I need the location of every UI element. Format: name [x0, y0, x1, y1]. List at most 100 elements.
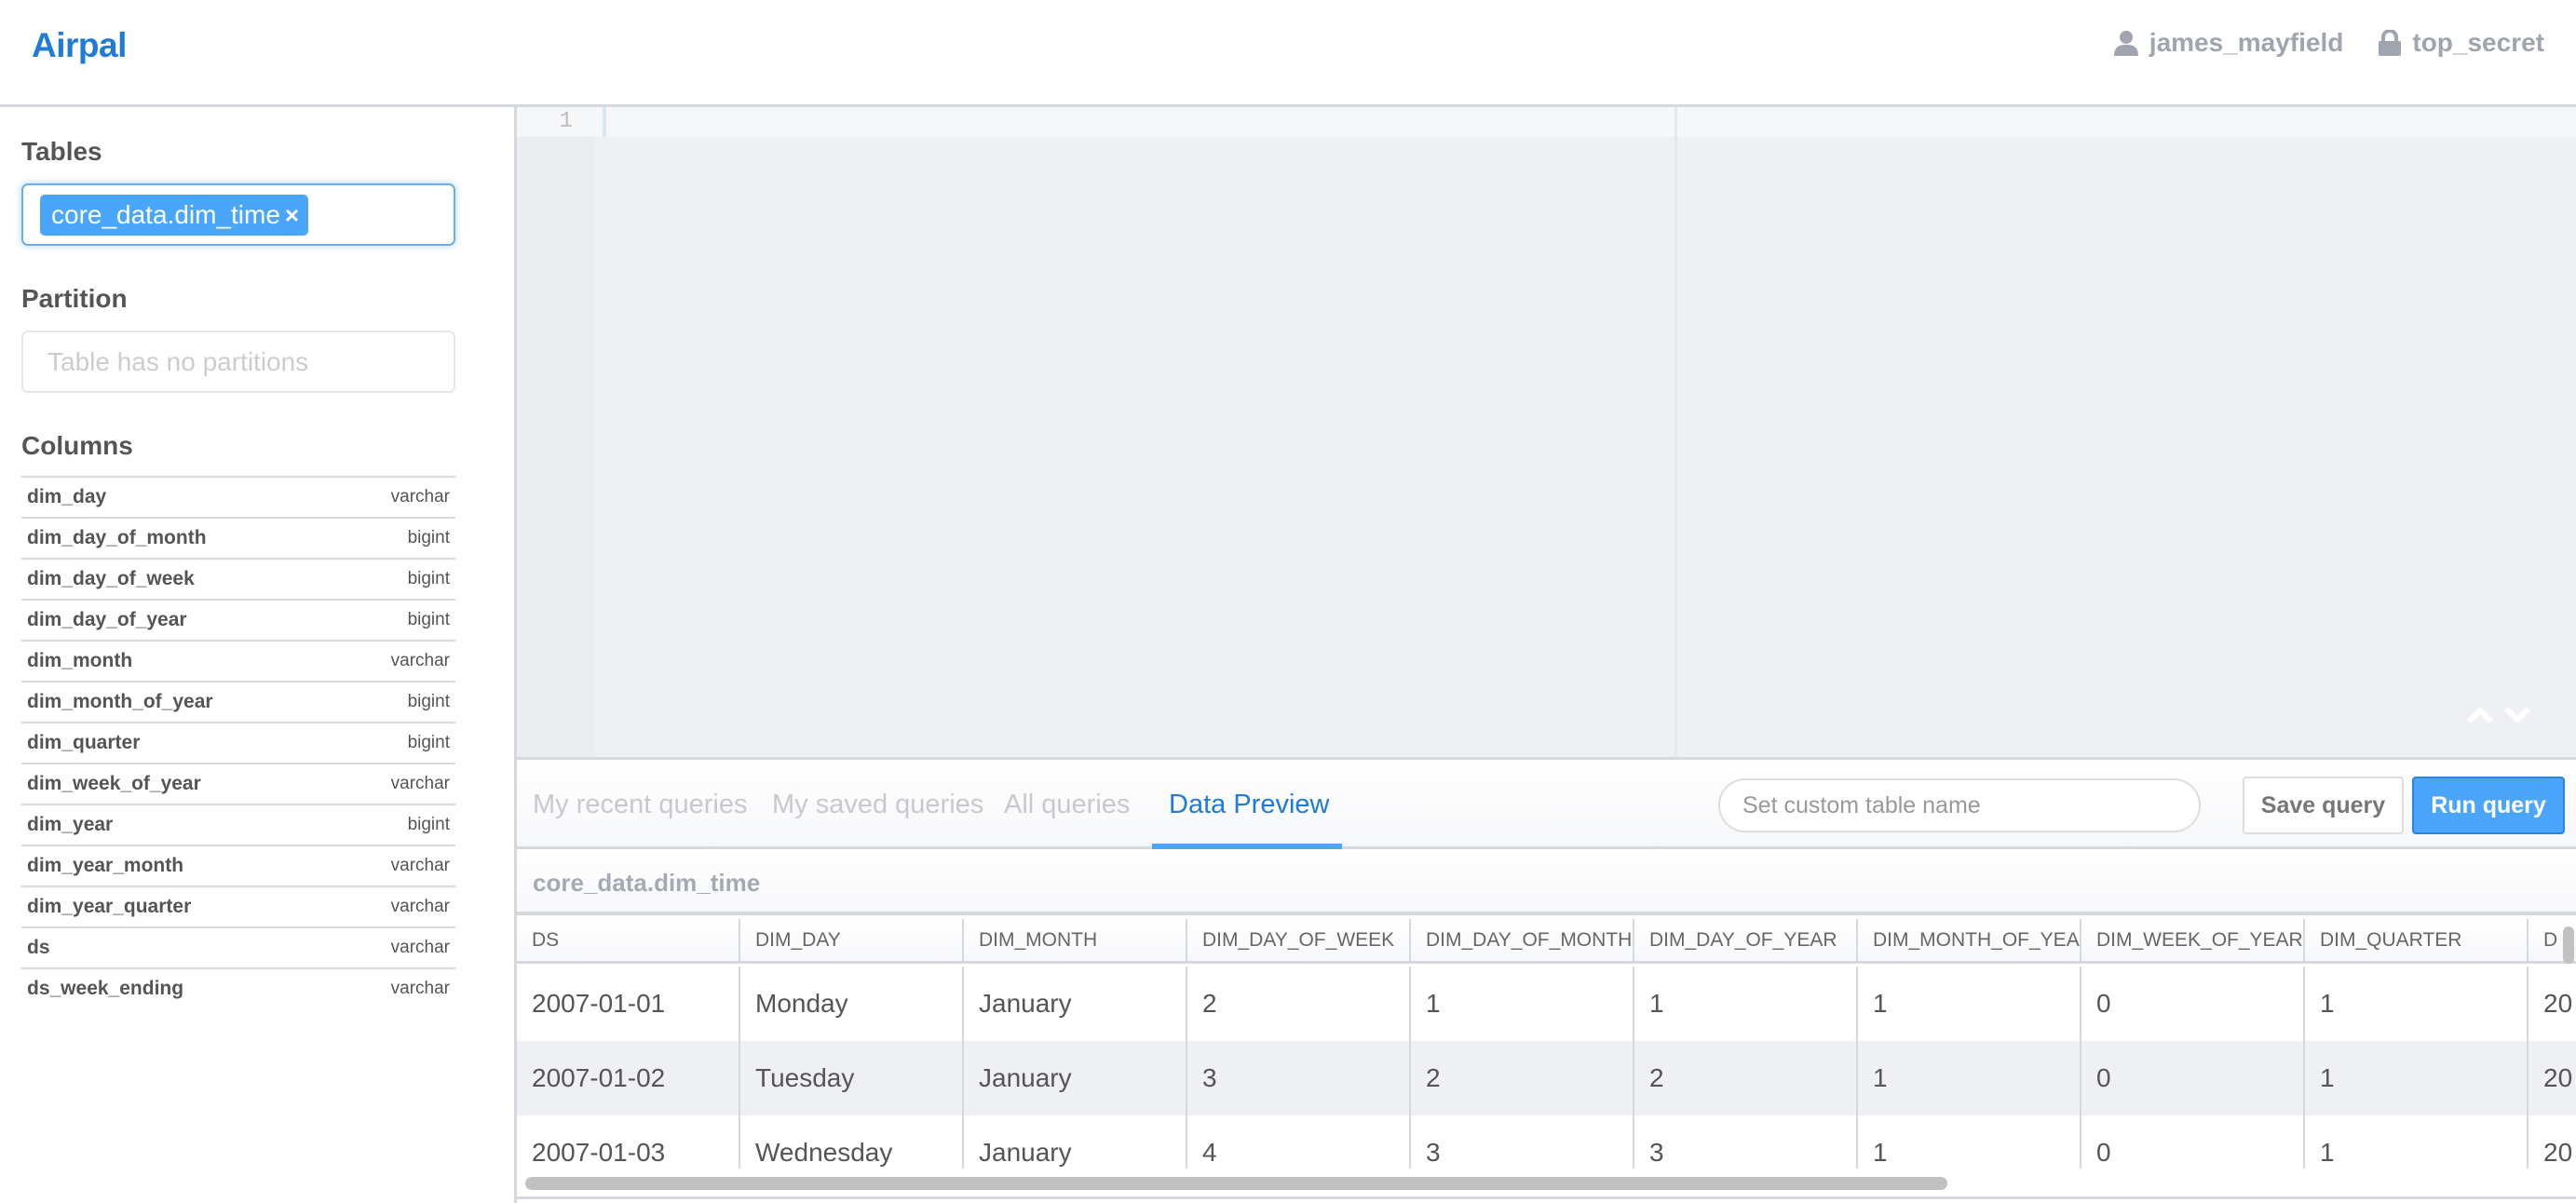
column-name: ds	[27, 937, 50, 958]
column-type: varchar	[390, 938, 450, 957]
column-header[interactable]: DIM_DAY_OF_MONTH	[1411, 919, 1634, 961]
column-name: dim_month_of_year	[27, 691, 213, 712]
table-cell: 2	[1634, 1041, 1858, 1115]
column-type: bigint	[407, 692, 450, 711]
preview-table-name: core_data.dim_time	[533, 869, 761, 897]
column-type: bigint	[407, 733, 450, 752]
table-cell: January	[964, 1041, 1187, 1115]
columns-list: dim_day varchar dim_day_of_month bigint dim_…	[21, 476, 455, 1008]
custom-table-name-input[interactable]: Set custom table name	[1718, 778, 2201, 832]
preview-table-title: core_data.dim_time	[517, 852, 2576, 915]
save-query-button[interactable]: Save query	[2243, 777, 2404, 834]
selected-table-name: core_data.dim_time	[51, 200, 280, 229]
chevron-down-icon[interactable]	[2503, 706, 2531, 729]
tab-all-queries[interactable]: All queries	[1004, 760, 1130, 849]
username: james_mayfield	[2149, 28, 2344, 57]
vertical-scrollbar-thumb[interactable]	[2563, 926, 2574, 964]
column-header[interactable]: DIM_DAY_OF_YEAR	[1634, 919, 1858, 961]
grid-header-row: DS DIM_DAY DIM_MONTH DIM_DAY_OF_WEEK DIM_DAY…	[517, 919, 2576, 964]
column-name: dim_day_of_month	[27, 527, 207, 548]
table-cell: 1	[2305, 1115, 2529, 1169]
table-cell: 20	[2529, 1115, 2576, 1169]
table-cell: 4	[1187, 1115, 1411, 1169]
horizontal-scrollbar-thumb[interactable]	[525, 1177, 1947, 1190]
tables-label: Tables	[21, 137, 102, 166]
column-item[interactable]: ds_week_ending varchar	[21, 967, 455, 1008]
table-row: 2007-01-01 Monday January 2 1 1 1 0 1 20	[517, 966, 2576, 1041]
selected-table-tag: core_data.dim_time ×	[40, 195, 308, 236]
table-cell: 1	[1858, 966, 2081, 1041]
column-type: bigint	[407, 815, 450, 834]
print-margin	[1674, 107, 1677, 757]
user-menu[interactable]: james_mayfield	[2113, 28, 2344, 58]
column-header[interactable]: DIM_MONTH	[964, 919, 1187, 961]
column-header[interactable]: DIM_MONTH_OF_YEAR	[1858, 919, 2081, 961]
column-name: dim_day_of_week	[27, 568, 195, 589]
partition-input[interactable]: Table has no partitions	[21, 331, 455, 393]
column-type: bigint	[407, 569, 450, 588]
text-cursor	[603, 107, 606, 137]
editor-resize-controls	[2466, 706, 2531, 729]
tables-input[interactable]: core_data.dim_time ×	[21, 183, 455, 246]
column-item[interactable]: dim_year_month varchar	[21, 845, 455, 885]
column-type: varchar	[390, 856, 450, 875]
table-row: 2007-01-02 Tuesday January 3 2 2 1 0 1 20	[517, 1041, 2576, 1115]
tab-my-saved-queries[interactable]: My saved queries	[772, 760, 983, 849]
table-cell: 0	[2081, 1041, 2305, 1115]
table-cell: Tuesday	[740, 1041, 964, 1115]
table-cell: January	[964, 1115, 1187, 1169]
column-item[interactable]: dim_day_of_month bigint	[21, 517, 455, 558]
column-name: ds_week_ending	[27, 978, 184, 999]
user-icon	[2113, 30, 2138, 56]
column-item[interactable]: dim_month_of_year bigint	[21, 681, 455, 722]
column-header[interactable]: DIM_QUARTER	[2305, 919, 2529, 961]
column-item[interactable]: dim_year_quarter varchar	[21, 885, 455, 926]
column-item[interactable]: dim_day_of_week bigint	[21, 558, 455, 599]
column-name: dim_year	[27, 814, 114, 835]
column-type: varchar	[390, 487, 450, 507]
column-type: varchar	[390, 897, 450, 916]
column-type: bigint	[407, 528, 450, 547]
column-item[interactable]: dim_day_of_year bigint	[21, 599, 455, 640]
column-item[interactable]: dim_year bigint	[21, 804, 455, 845]
app-logo[interactable]: Airpal	[32, 26, 127, 65]
remove-tag-icon[interactable]: ×	[285, 201, 299, 230]
top-header: Airpal james_mayfield top_secret	[0, 0, 2576, 107]
column-item[interactable]: ds varchar	[21, 926, 455, 967]
column-header[interactable]: DIM_DAY	[740, 919, 964, 961]
column-item[interactable]: dim_day varchar	[21, 476, 455, 517]
column-name: dim_day_of_year	[27, 609, 187, 630]
column-header[interactable]: DIM_DAY_OF_WEEK	[1187, 919, 1411, 961]
user-info: james_mayfield top_secret	[2113, 28, 2544, 58]
table-cell: 3	[1634, 1115, 1858, 1169]
tab-my-recent-queries[interactable]: My recent queries	[533, 760, 748, 849]
results-toolbar: My recent queries My saved queries All q…	[517, 760, 2576, 849]
table-cell: January	[964, 966, 1187, 1041]
column-item[interactable]: dim_month varchar	[21, 640, 455, 681]
column-type: bigint	[407, 610, 450, 629]
table-cell: 2007-01-02	[517, 1041, 740, 1115]
table-cell: 0	[2081, 966, 2305, 1041]
editor-gutter	[517, 107, 595, 757]
table-cell: Wednesday	[740, 1115, 964, 1169]
column-item[interactable]: dim_quarter bigint	[21, 722, 455, 763]
table-cell: 1	[2305, 966, 2529, 1041]
active-line	[517, 107, 2576, 137]
column-header[interactable]: DS	[517, 919, 740, 961]
column-name: dim_quarter	[27, 732, 141, 753]
column-header[interactable]: DIM_WEEK_OF_YEAR	[2081, 919, 2305, 961]
tab-data-preview[interactable]: Data Preview	[1151, 760, 1343, 849]
sql-editor[interactable]: 1	[517, 107, 2576, 760]
table-cell: 2007-01-03	[517, 1115, 740, 1169]
access-level-label: top_secret	[2412, 28, 2544, 57]
run-query-button[interactable]: Run query	[2412, 777, 2565, 834]
column-item[interactable]: dim_week_of_year varchar	[21, 763, 455, 804]
partition-label: Partition	[21, 284, 128, 313]
table-cell: 20	[2529, 1041, 2576, 1115]
table-cell: 3	[1411, 1115, 1634, 1169]
lock-icon	[2379, 30, 2402, 56]
table-cell: 20	[2529, 966, 2576, 1041]
horizontal-scrollbar[interactable]	[517, 1170, 2576, 1196]
chevron-up-icon[interactable]	[2466, 706, 2494, 729]
table-row: 2007-01-03 Wednesday January 4 3 3 1 0 1 20	[517, 1115, 2576, 1169]
